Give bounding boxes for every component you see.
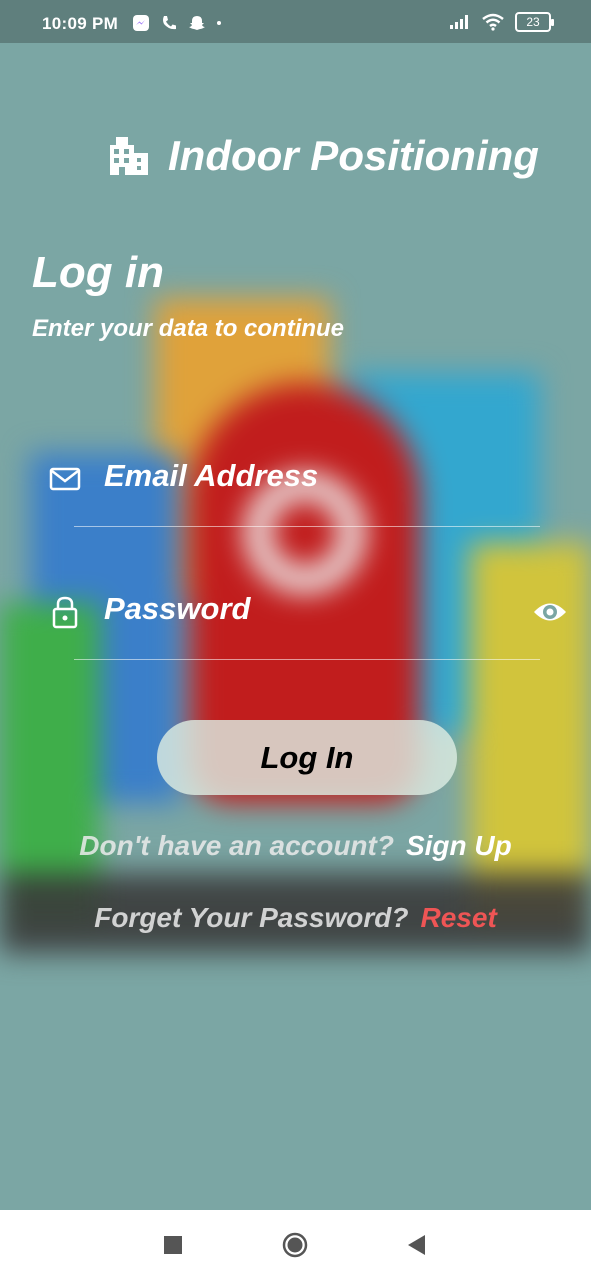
phone-icon [163,16,176,30]
forgot-password-text: Forget Your Password? [94,902,409,933]
eye-icon[interactable] [532,597,568,627]
email-underline [74,526,540,527]
email-placeholder: Email Address [104,458,319,493]
mail-icon [49,467,81,491]
password-placeholder: Password [104,591,251,626]
app-title-text: Indoor Positioning [168,132,539,179]
signal-icon [450,15,468,29]
building-icon [110,137,148,175]
notification-icons [132,14,222,32]
messenger-icon [133,15,149,31]
signup-row: Don't have an account? Sign Up [0,830,591,862]
login-heading: Log in [32,248,164,297]
signup-link[interactable]: Sign Up [406,830,512,861]
system-icons: 23 [449,12,554,32]
app-title: Indoor Positioning [108,132,539,180]
lock-icon [52,596,78,629]
snapchat-icon [189,16,205,30]
back-button[interactable] [406,1234,426,1256]
navigation-bar [0,1210,591,1280]
home-button[interactable] [282,1232,308,1258]
status-time: 10:09 PM [42,14,119,33]
reset-link[interactable]: Reset [421,902,497,933]
dot-icon [217,21,221,25]
wifi-icon [482,13,504,31]
email-field[interactable]: Email Address [48,444,568,527]
password-field[interactable]: Password [48,577,568,660]
login-button[interactable]: Log In [157,720,457,795]
no-account-text: Don't have an account? [79,830,394,861]
battery-indicator: 23 [515,12,554,32]
password-underline [74,659,540,660]
recents-button[interactable] [164,1236,182,1254]
status-bar: 10:09 PM 23 [0,0,591,43]
login-subheading: Enter your data to continue [32,315,345,342]
forgot-row: Forget Your Password? Reset [0,902,591,934]
